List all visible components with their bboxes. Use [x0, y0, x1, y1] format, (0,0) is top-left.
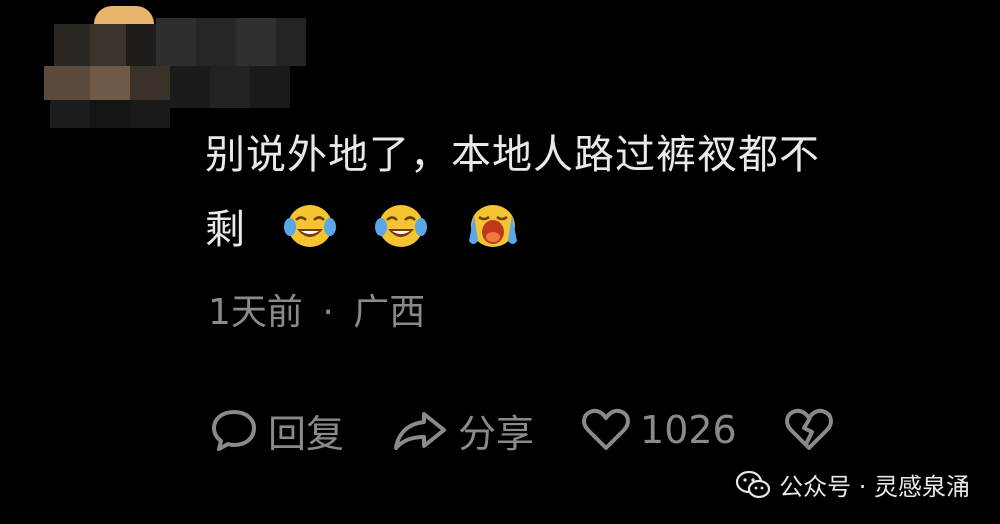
meta-separator: · [322, 292, 334, 333]
share-arrow-icon [394, 412, 447, 450]
comment-time: 1天前 [208, 292, 303, 333]
comment-meta: 1天前 · 广西 [208, 288, 425, 338]
crying-emoji-icon [469, 205, 518, 247]
heart-icon [582, 408, 630, 450]
watermark-text: 公众号 · 灵感泉涌 [779, 473, 970, 501]
avatar[interactable] [44, 6, 306, 128]
broken-heart-icon [784, 408, 833, 450]
comment-text-line1: 别说外地了，本地人路过裤衩都不 [205, 132, 820, 178]
share-button[interactable]: 分享 [390, 403, 534, 458]
comment-text-line2: 剩 [205, 207, 246, 253]
comment-actions: 回复 分享 1026 [208, 400, 881, 460]
comment-location: 广西 [353, 292, 426, 333]
dislike-button[interactable] [783, 406, 835, 454]
share-label: 分享 [458, 411, 535, 456]
watermark: 公众号 · 灵感泉涌 [735, 467, 970, 502]
comment-screenshot: 别说外地了，本地人路过裤衩都不 剩 1天前 · 广西 回复 分享 1026 公众… [0, 0, 1000, 524]
like-button[interactable]: 1026 [580, 406, 737, 454]
comment-bubble-icon [212, 410, 256, 451]
comment-text: 别说外地了，本地人路过裤衩都不 剩 [205, 118, 965, 268]
reply-button[interactable]: 回复 [208, 403, 344, 458]
wechat-icon [736, 470, 771, 498]
reply-label: 回复 [268, 411, 345, 456]
laugh-cry-emoji-icon [283, 205, 336, 247]
like-count: 1026 [640, 408, 737, 452]
laugh-cry-emoji-icon [375, 205, 428, 247]
